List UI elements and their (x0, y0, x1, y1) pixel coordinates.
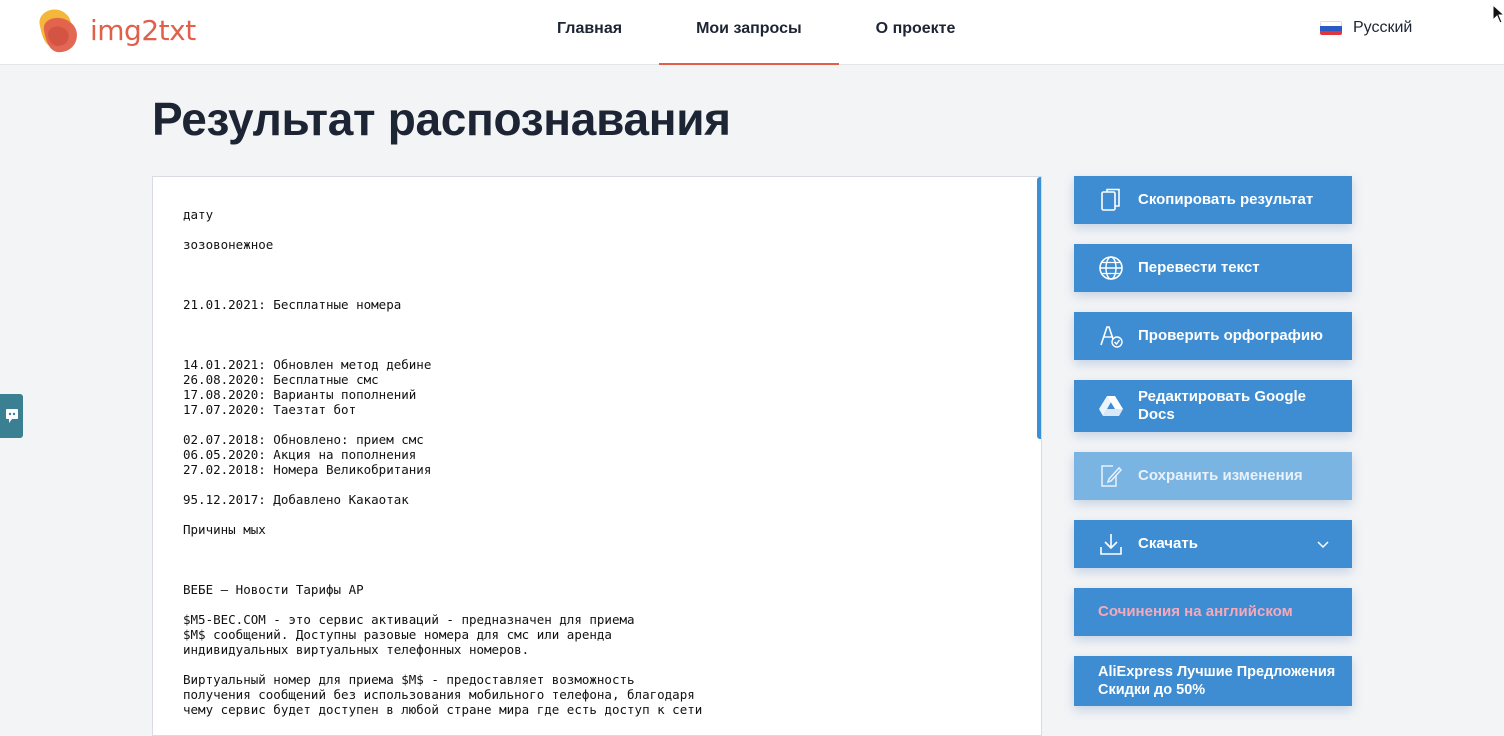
copy-icon (1098, 187, 1124, 213)
edit-document-icon (1098, 463, 1124, 489)
globe-icon (1098, 255, 1124, 281)
feedback-tab[interactable] (0, 394, 23, 438)
chat-bubble-icon (5, 409, 18, 423)
download-icon (1098, 531, 1124, 557)
edit-google-docs-label: Редактировать Google Docs (1138, 388, 1307, 423)
result-text[interactable]: дату зозовонежное 21.01.2021: Бесплатные… (183, 207, 1023, 717)
english-essays-ad-button[interactable]: Сочинения на английском (1074, 588, 1352, 636)
language-selector[interactable]: Русский (1320, 19, 1412, 37)
editor-scrollbar[interactable] (1037, 177, 1041, 439)
mouse-cursor-icon (1492, 4, 1504, 24)
main-nav: Главная Мои запросы О проекте (520, 0, 993, 65)
translate-label: Перевести текст (1138, 259, 1260, 276)
google-drive-icon (1098, 393, 1124, 419)
copy-result-label: Скопировать результат (1138, 191, 1314, 208)
result-text-editor[interactable]: дату зозовонежное 21.01.2021: Бесплатные… (152, 176, 1042, 736)
page-title: Результат распознавания (152, 93, 731, 145)
spellcheck-button[interactable]: Проверить орфографию (1074, 312, 1352, 360)
save-changes-label: Сохранить изменения (1138, 467, 1303, 484)
edit-google-docs-button[interactable]: Редактировать Google Docs (1074, 380, 1352, 432)
copy-result-button[interactable]: Скопировать результат (1074, 176, 1352, 224)
english-essays-ad-label: Сочинения на английском (1098, 603, 1293, 620)
nav-home[interactable]: Главная (520, 0, 659, 64)
aliexpress-ad-button[interactable]: AliExpress Лучшие Предложения Скидки до … (1074, 656, 1352, 706)
spellcheck-label: Проверить орфографию (1138, 327, 1323, 344)
top-header: img2txt Главная Мои запросы О проекте Ру… (0, 0, 1504, 65)
download-dropdown-button[interactable]: Скачать (1074, 520, 1352, 568)
chevron-down-icon (1317, 541, 1329, 549)
aliexpress-ad-label: AliExpress Лучшие Предложения Скидки до … (1098, 664, 1336, 698)
logo-icon (34, 6, 88, 54)
save-changes-button[interactable]: Сохранить изменения (1074, 452, 1352, 500)
nav-my-requests[interactable]: Мои запросы (659, 0, 839, 65)
logo-text: img2txt (90, 13, 196, 47)
language-label: Русский (1353, 19, 1413, 36)
russia-flag-icon (1320, 21, 1342, 35)
nav-about[interactable]: О проекте (839, 0, 993, 64)
translate-button[interactable]: Перевести текст (1074, 244, 1352, 292)
logo[interactable]: img2txt (34, 6, 214, 54)
download-label: Скачать (1138, 535, 1198, 552)
spellcheck-icon (1098, 323, 1124, 349)
